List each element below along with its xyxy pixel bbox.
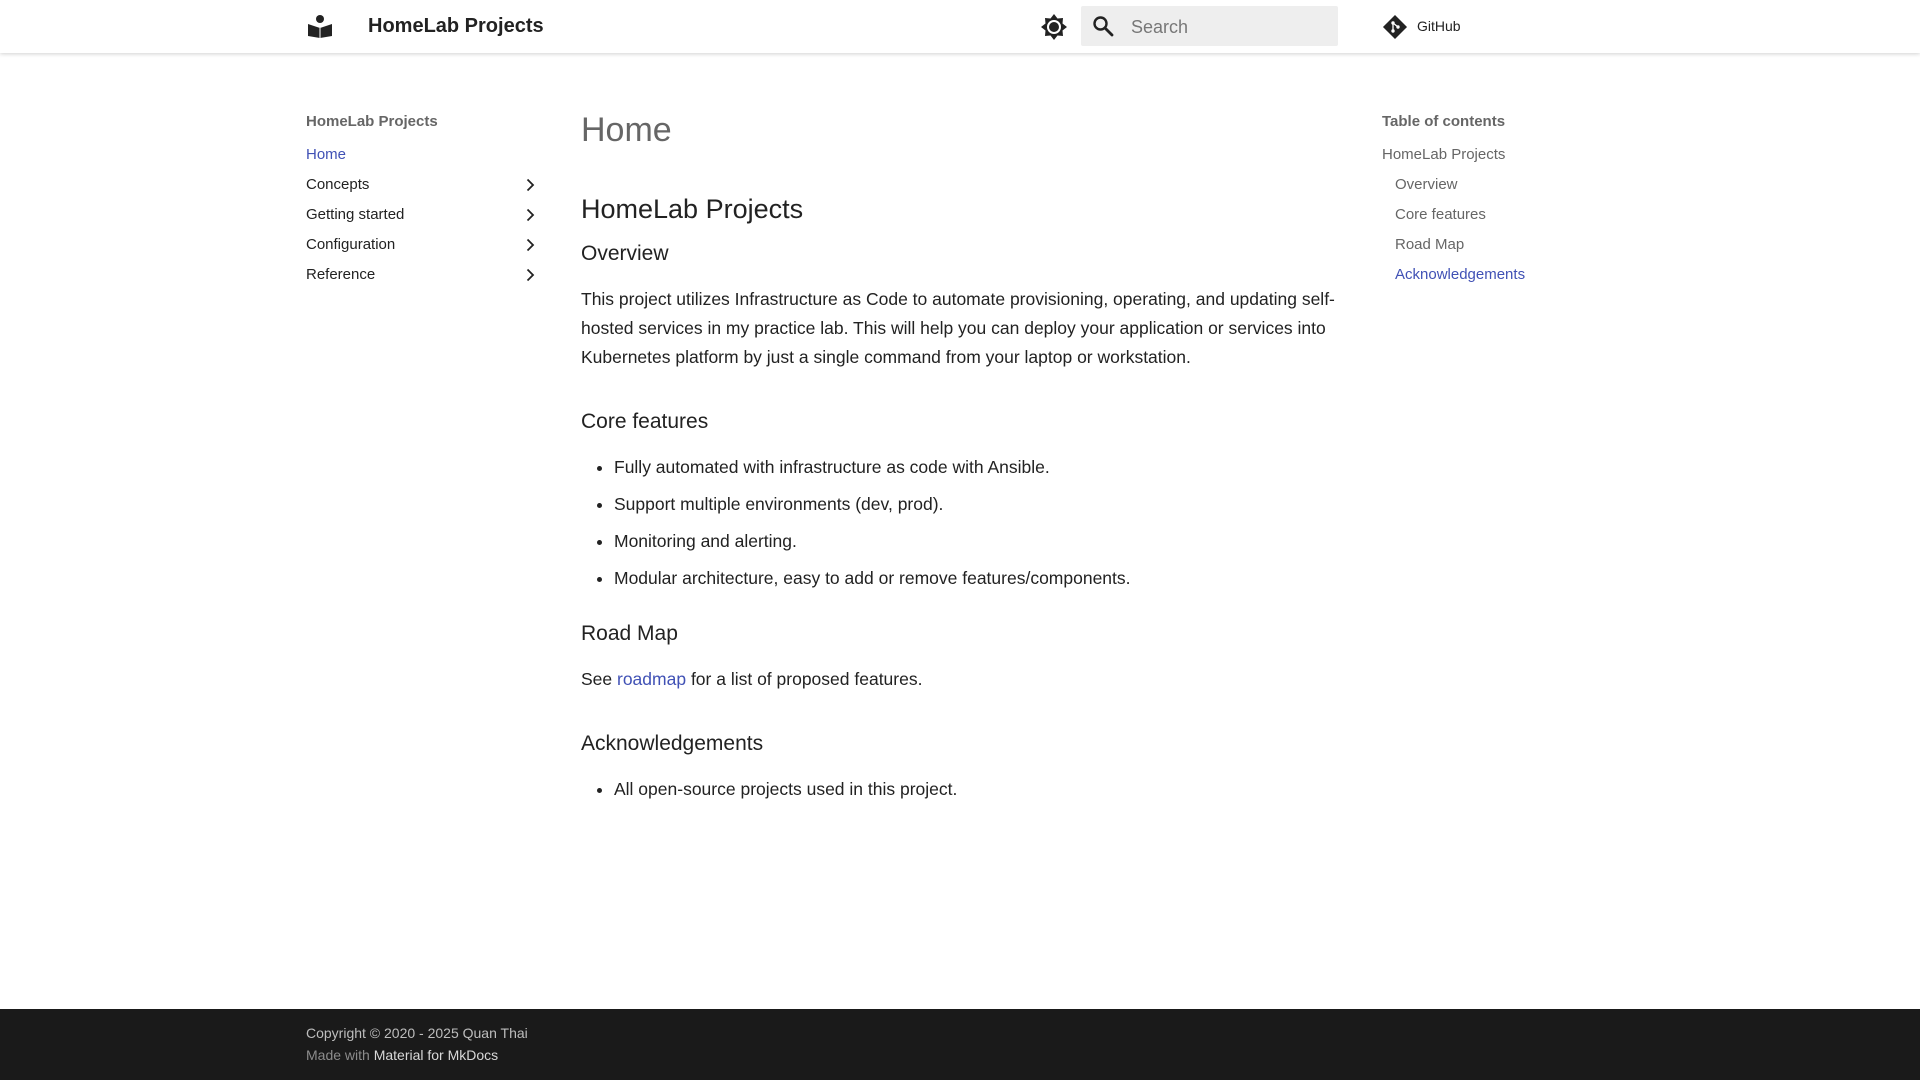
material-mkdocs-link[interactable]: Material for MkDocs (374, 1047, 498, 1063)
main-content: Home HomeLab Projects Overview This proj… (581, 100, 1336, 813)
chevron-right-icon (526, 238, 535, 252)
search-input[interactable] (1129, 6, 1333, 48)
list-item: Fully automated with infrastructure as c… (614, 454, 1336, 481)
nav-item-concepts[interactable]: Concepts (306, 170, 538, 200)
nav-item-label: Getting started (306, 206, 405, 223)
list-item: Modular architecture, easy to add or rem… (614, 565, 1336, 592)
search-box[interactable] (1081, 6, 1338, 48)
top-header: HomeLab Projects GitHu (0, 0, 1920, 53)
acknowledgements-list: All open-source projects used in this pr… (581, 776, 1336, 803)
chevron-right-icon (526, 178, 535, 192)
overview-text: This project utilizes Infrastructure as … (581, 289, 1335, 367)
toc-item-acknowledgements[interactable]: Acknowledgements (1382, 260, 1622, 290)
made-with-prefix: Made with (306, 1047, 374, 1063)
toc-item-overview[interactable]: Overview (1382, 170, 1622, 200)
nav-item-home[interactable]: Home (306, 140, 538, 170)
section-heading-road-map: Road Map (581, 622, 678, 645)
toc-item-road-map[interactable]: Road Map (1382, 230, 1622, 260)
nav-item-label: Concepts (306, 176, 370, 193)
section-heading-overview: Overview (581, 242, 669, 265)
road-map-text: See roadmap for a list of proposed featu… (581, 665, 1336, 694)
nav-item-label: Reference (306, 266, 376, 283)
list-item: Monitoring and alerting. (614, 528, 1336, 555)
nav-title: HomeLab Projects (306, 113, 438, 130)
primary-nav: HomeLab Projects Home Concepts Getting s… (306, 110, 538, 290)
toc-item-core-features[interactable]: Core features (1382, 200, 1622, 230)
section-heading-homelab: HomeLab Projects (581, 194, 804, 224)
section-heading-core-features: Core features (581, 410, 709, 433)
table-of-contents: Table of contents HomeLab Projects Overv… (1382, 110, 1622, 290)
core-features-list: Fully automated with infrastructure as c… (581, 454, 1336, 592)
made-with-text: Made with Material for MkDocs (306, 1047, 498, 1063)
road-map-suffix: for a list of proposed features. (686, 669, 923, 689)
nav-item-label: Configuration (306, 236, 396, 253)
book-open-icon[interactable] (306, 14, 334, 38)
list-item: Support multiple environments (dev, prod… (614, 491, 1336, 518)
road-map-prefix: See (581, 669, 617, 689)
section-heading-acknowledgements: Acknowledgements (581, 732, 764, 755)
copyright-text: Copyright © 2020 - 2025 Quan Thai (306, 1025, 528, 1041)
github-label: GitHub (1417, 18, 1461, 34)
chevron-right-icon (526, 268, 535, 282)
list-item: All open-source projects used in this pr… (614, 776, 1336, 803)
chevron-right-icon (526, 208, 535, 222)
page-title: Home (581, 111, 672, 149)
nav-item-configuration[interactable]: Configuration (306, 230, 538, 260)
git-icon (1382, 14, 1408, 40)
nav-item-getting-started[interactable]: Getting started (306, 200, 538, 230)
toc-title: Table of contents (1382, 113, 1506, 130)
nav-item-label: Home (306, 146, 347, 163)
site-title[interactable]: HomeLab Projects (368, 14, 544, 38)
toc-item-homelab-projects[interactable]: HomeLab Projects (1382, 140, 1622, 170)
brightness-icon[interactable] (1039, 12, 1069, 42)
roadmap-link[interactable]: roadmap (617, 669, 686, 689)
search-icon[interactable] (1091, 14, 1115, 38)
nav-item-reference[interactable]: Reference (306, 260, 538, 290)
footer: Copyright © 2020 - 2025 Quan Thai Made w… (0, 1009, 1920, 1080)
